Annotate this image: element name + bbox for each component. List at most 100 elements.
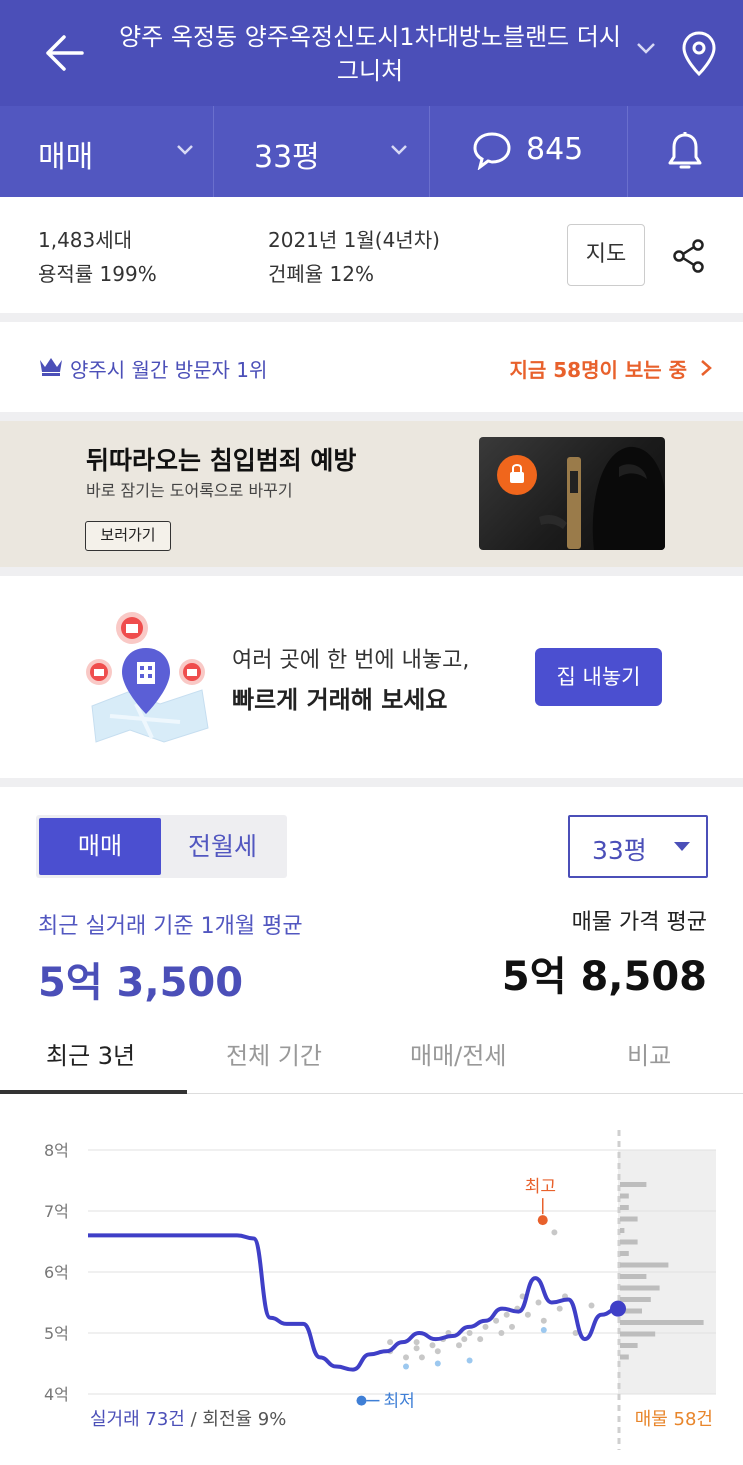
trade-point: [535, 1299, 542, 1306]
chart-footer-left: 실거래 73건 / 회전율 9%: [90, 1405, 286, 1431]
histogram-bar: [620, 1354, 629, 1360]
trade-point: [434, 1360, 441, 1367]
trade-point: [588, 1302, 595, 1309]
asking-price-value: 5억 8,508: [501, 954, 707, 1000]
live-viewers-text: 지금 58명이 보는 중: [509, 358, 687, 382]
max-point: [537, 1215, 548, 1226]
trade-point: [403, 1354, 409, 1361]
arrow-left-icon[interactable]: [40, 30, 90, 76]
histogram-bar: [620, 1205, 629, 1210]
y-tick-label: 4억: [44, 1385, 69, 1404]
min-point: [356, 1395, 367, 1406]
size-filter-label: 33평: [254, 140, 320, 175]
ad-title: 뒤따라오는 침입범죄 예방: [86, 446, 357, 475]
deal-type-select[interactable]: 매매: [0, 106, 214, 197]
caret-down-icon: [674, 842, 690, 851]
section-divider: [0, 778, 743, 787]
turnover-rate: / 회전율 9%: [184, 1409, 287, 1430]
trade-point: [482, 1323, 489, 1330]
histogram-bar: [620, 1343, 638, 1348]
trade-point: [461, 1336, 468, 1343]
trade-point: [540, 1326, 547, 1333]
trade-point: [509, 1323, 515, 1330]
histogram-bar: [620, 1262, 669, 1268]
alert-button[interactable]: [628, 106, 743, 197]
chevron-right-icon: [701, 360, 712, 376]
ad-cta-button[interactable]: 보러가기: [85, 521, 171, 551]
y-tick-label: 8억: [44, 1141, 69, 1160]
trade-point: [493, 1317, 500, 1324]
tab-recent-3y[interactable]: 최근 3년: [46, 1036, 135, 1071]
trade-point: [524, 1311, 531, 1318]
trade-point: [551, 1229, 558, 1236]
y-tick-label: 5억: [44, 1324, 69, 1343]
section-divider: [0, 313, 743, 322]
share-icon[interactable]: [672, 238, 706, 274]
histogram-bar: [620, 1251, 629, 1256]
trade-point: [540, 1317, 547, 1324]
deal-toggle: 매매 전월세: [36, 815, 287, 878]
comments-button[interactable]: 845: [430, 106, 628, 197]
map-listing-illustration: [86, 612, 209, 743]
trade-point: [413, 1345, 420, 1352]
chevron-down-icon[interactable]: [632, 38, 660, 58]
ad-image: [479, 437, 665, 550]
trade-point: [387, 1339, 394, 1346]
trade-point: [456, 1342, 462, 1349]
visitor-rank-text: 양주시 월간 방문자 1위: [70, 358, 268, 382]
map-button[interactable]: 지도: [567, 224, 645, 286]
chevron-down-icon: [391, 145, 407, 155]
trade-point: [466, 1330, 473, 1336]
households-text: 1,483세대: [38, 228, 133, 252]
section-divider: [0, 412, 743, 421]
avg-price-label: 최근 실거래 기준 1개월 평균: [38, 914, 303, 939]
histogram-bar: [620, 1182, 647, 1187]
promo-line-2: 빠르게 거래해 보세요: [232, 686, 448, 714]
trade-point: [429, 1342, 436, 1349]
trade-point: [403, 1363, 409, 1370]
size-dropdown[interactable]: 33평: [568, 815, 708, 878]
histogram-bar: [620, 1285, 660, 1291]
page-title[interactable]: 양주 옥정동 양주옥정신도시1차대방노블랜드 더시그니처: [110, 20, 630, 88]
ad-subtitle: 바로 잠기는 도어록으로 바꾸기: [86, 481, 293, 500]
visitor-banner[interactable]: 양주시 월간 방문자 1위 지금 58명이 보는 중: [0, 322, 743, 412]
histogram-bar: [620, 1331, 656, 1337]
completion-text: 2021년 1월(4년차): [268, 228, 440, 252]
crown-icon: [40, 358, 62, 376]
speech-bubble-icon: [473, 132, 511, 170]
trade-point: [413, 1339, 420, 1346]
chevron-down-icon: [177, 145, 193, 155]
filter-bar: 매매 33평 845: [0, 106, 743, 197]
histogram-bar: [620, 1239, 638, 1245]
promo-line-1: 여러 곳에 한 번에 내놓고,: [232, 648, 470, 673]
listing-promo: 여러 곳에 한 번에 내놓고, 빠르게 거래해 보세요 집 내놓기: [0, 576, 743, 778]
trade-point: [503, 1311, 510, 1318]
ad-banner[interactable]: 뒤따라오는 침입범죄 예방 바로 잠기는 도어록으로 바꾸기 보러가기: [0, 421, 743, 567]
tab-all-period[interactable]: 전체 기간: [226, 1036, 322, 1071]
bcr-text: 건폐율 12%: [268, 262, 375, 286]
comments-count: 845: [526, 132, 584, 167]
size-filter-select[interactable]: 33평: [214, 106, 430, 197]
section-divider: [0, 567, 743, 576]
trade-point: [498, 1330, 505, 1336]
listing-count: 매물 58건: [634, 1409, 713, 1430]
size-dropdown-value: 33평: [592, 836, 647, 865]
trade-point: [477, 1336, 484, 1343]
histogram-bar: [620, 1274, 647, 1279]
list-property-button[interactable]: 집 내놓기: [535, 648, 662, 706]
y-tick-label: 6억: [44, 1263, 69, 1282]
map-pin-icon[interactable]: [680, 30, 718, 78]
deal-type-label: 매매: [38, 140, 94, 175]
trade-point: [556, 1305, 563, 1312]
min-label: 최저: [383, 1392, 414, 1412]
tab-sale-jeonse[interactable]: 매매/전세: [410, 1036, 506, 1071]
period-tabs: 최근 3년 전체 기간 매매/전세 비교: [0, 1024, 743, 1094]
y-tick-label: 7억: [44, 1202, 69, 1221]
trade-count: 실거래 73건: [90, 1409, 185, 1430]
active-tab-indicator: [0, 1090, 187, 1094]
trade-point: [466, 1357, 473, 1364]
toggle-rent[interactable]: 전월세: [161, 818, 284, 875]
avg-price-value: 5억 3,500: [38, 960, 244, 1006]
toggle-sale[interactable]: 매매: [39, 818, 161, 875]
tab-compare[interactable]: 비교: [627, 1036, 671, 1071]
